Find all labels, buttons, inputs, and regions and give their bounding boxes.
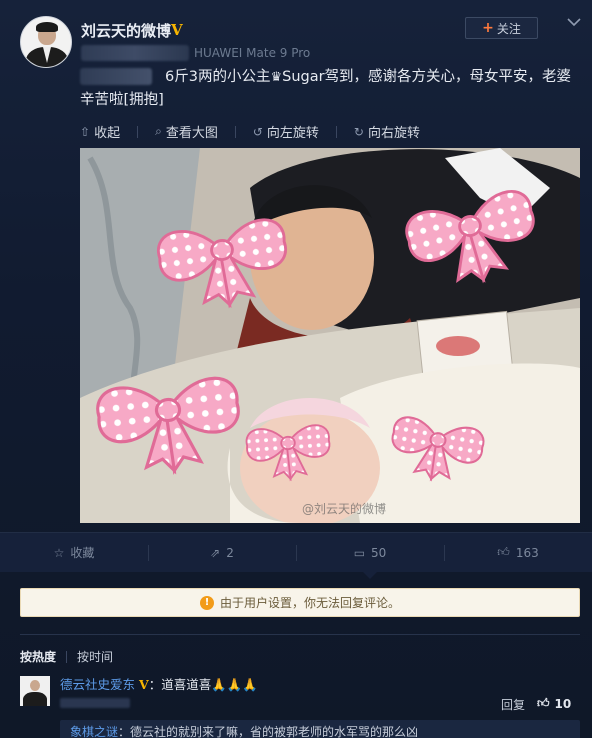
divider [20, 634, 580, 635]
notice-text: 由于用户设置，你无法回复评论。 [219, 596, 400, 610]
image-toolbar: ⇧ 收起 ⌕ 查看大图 ↺ 向左旋转 ↻ 向右旋转 [80, 122, 420, 141]
divider [335, 125, 337, 138]
divider [234, 125, 236, 138]
like-count: 163 [515, 545, 539, 560]
chevron-down-icon[interactable] [566, 14, 582, 30]
rotate-left-label: 向左旋转 [266, 126, 319, 141]
thumbs-up-icon: 👍︎ [497, 545, 510, 559]
divider [137, 125, 139, 138]
view-large-label: 查看大图 [165, 126, 218, 141]
warning-icon: ! [199, 595, 214, 610]
repost-button[interactable]: ⇗ 2 [148, 533, 296, 572]
rotate-right-label: 向右旋转 [367, 126, 420, 141]
repost-count: 2 [226, 545, 234, 560]
comment-button[interactable]: ▭ 50 [296, 533, 444, 579]
post-source: HUAWEI Mate 9 Pro [194, 46, 311, 60]
post-text-part1: 6斤3两的小公主 [165, 69, 271, 85]
post-text-part2: Sugar驾到，感谢各方关心，母女平安，老婆辛苦啦[拥抱] [80, 69, 572, 108]
post-text: 6斤3两的小公主♛Sugar驾到，感谢各方关心，母女平安，老婆辛苦啦[拥抱] [80, 66, 585, 112]
sort-by-hot-tab[interactable]: 按热度 [20, 648, 56, 665]
post-photo[interactable]: @刘云天的微博 [80, 148, 580, 523]
magnifier-icon: ⌕ [155, 124, 162, 138]
plus-icon: + [482, 20, 494, 36]
comment-sort: 按热度 按时间 [20, 648, 113, 665]
comment-like-count: 10 [554, 696, 572, 711]
sub-reply-name[interactable]: 象棋之谜 [70, 725, 118, 738]
reply-disabled-notice: ! 由于用户设置，你无法回复评论。 [20, 588, 580, 617]
crown-icon: ♛ [270, 70, 283, 85]
comment-body: ：道喜道喜🙏🙏🙏 [148, 677, 258, 692]
commenter-avatar[interactable] [20, 676, 50, 706]
star-icon: ☆ [53, 545, 65, 560]
post-time-blurred [81, 45, 189, 61]
verified-badge-icon: V [139, 677, 149, 692]
view-large-button[interactable]: ⌕ 查看大图 [155, 122, 218, 141]
comment-time-blurred [60, 698, 130, 708]
favorite-label: 收藏 [70, 546, 95, 560]
thumbs-up-icon: 👍︎ [537, 696, 550, 710]
collapse-button[interactable]: ⇧ 收起 [80, 122, 121, 142]
sort-by-time-tab[interactable]: 按时间 [77, 648, 113, 665]
rotate-left-icon: ↺ [252, 124, 263, 139]
follow-label: 关注 [496, 21, 521, 36]
follow-button[interactable]: + 关注 [465, 17, 538, 39]
collapse-up-icon: ⇧ [80, 124, 91, 139]
author-avatar[interactable] [20, 16, 72, 68]
comment-like-button[interactable]: 👍︎ 10 [537, 696, 571, 711]
reply-button[interactable]: 回复 [501, 696, 525, 713]
verified-badge-icon: V [171, 21, 183, 39]
author-name[interactable]: 刘云天的微博 [81, 20, 171, 41]
collapse-label: 收起 [94, 126, 121, 141]
photo-watermark: @刘云天的微博 [302, 502, 387, 516]
favorite-button[interactable]: ☆ 收藏 [0, 533, 148, 572]
sub-reply: 象棋之谜：德云社的就别来了嘛，省的被郭老师的水军骂的那么凶 [60, 720, 580, 738]
photo-illustration [80, 148, 580, 523]
comment-text: 德云社史爱东 V：道喜道喜🙏🙏🙏 [60, 674, 258, 693]
rotate-right-icon: ↻ [353, 124, 364, 139]
weibo-post-card: 刘云天的微博 V HUAWEI Mate 9 Pro + 关注 6斤3两的小公主… [0, 0, 592, 738]
rotate-right-button[interactable]: ↻ 向右旋转 [353, 122, 420, 142]
like-button[interactable]: 👍︎ 163 [444, 533, 592, 572]
action-bar: ☆ 收藏 ⇗ 2 ▭ 50 👍︎ 163 [0, 532, 592, 579]
comment-count: 50 [371, 545, 387, 560]
repost-icon: ⇗ [210, 545, 221, 560]
sub-reply-text: ：德云社的就别来了嘛，省的被郭老师的水军骂的那么凶 [118, 725, 419, 738]
comment-icon: ▭ [353, 545, 366, 560]
divider [66, 650, 68, 663]
commenter-name[interactable]: 德云社史爱东 [60, 677, 135, 692]
rotate-left-button[interactable]: ↺ 向左旋转 [252, 122, 319, 142]
